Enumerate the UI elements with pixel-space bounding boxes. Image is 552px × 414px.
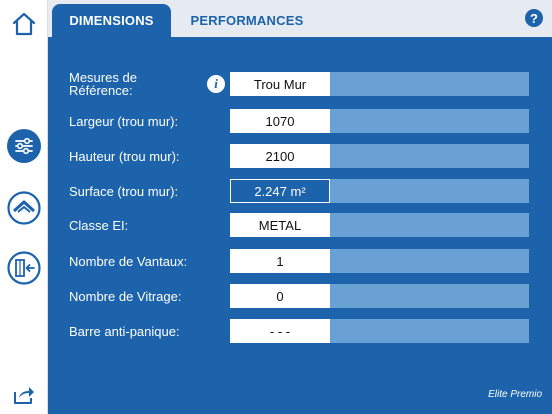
form-label: Surface (trou mur): — [69, 183, 179, 199]
value-bar — [330, 144, 529, 168]
hauteur-value[interactable]: 2100 — [230, 144, 330, 168]
home-icon — [12, 12, 36, 36]
classe-value[interactable]: METAL — [230, 213, 330, 237]
label-line-2: Référence: — [69, 83, 133, 98]
form-row-reference: Mesures de Référence: i Trou Mur — [48, 69, 552, 99]
form-row-vantaux: Nombre de Vantaux: 1 — [48, 249, 552, 273]
help-icon[interactable]: ? — [525, 9, 543, 27]
door-button[interactable] — [0, 244, 48, 292]
form-row-largeur: Largeur (trou mur): 1070 — [48, 109, 552, 133]
value-bar — [330, 72, 529, 96]
value-bar — [330, 179, 529, 203]
door-exit-icon — [7, 251, 41, 285]
home-button[interactable] — [0, 0, 48, 48]
roof-button[interactable] — [0, 184, 48, 232]
dimensions-panel: Mesures de Référence: i Trou Mur Largeur… — [48, 37, 552, 414]
largeur-value[interactable]: 1070 — [230, 109, 330, 133]
form-label: Nombre de Vantaux: — [69, 253, 188, 269]
barre-value[interactable]: - - - — [230, 319, 330, 343]
share-icon — [14, 387, 34, 404]
value-bar — [330, 109, 529, 133]
form-label: Nombre de Vitrage: — [69, 288, 182, 304]
value-bar — [330, 213, 529, 237]
vitrage-value[interactable]: 0 — [230, 284, 330, 308]
vantaux-value[interactable]: 1 — [230, 249, 330, 273]
brand-label: Elite Premio — [488, 389, 542, 400]
form-row-surface: Surface (trou mur): 2.247 m² — [48, 179, 552, 203]
form-label: Largeur (trou mur): — [69, 113, 179, 129]
form-label: Barre anti-panique: — [69, 323, 180, 339]
dimensions-settings-button[interactable] — [0, 122, 48, 170]
form-label: Hauteur (trou mur): — [69, 148, 180, 164]
roof-icon — [7, 191, 41, 225]
value-bar — [330, 249, 529, 273]
form-label: Mesures de Référence: — [69, 69, 137, 99]
info-icon[interactable]: i — [207, 75, 225, 93]
share-button[interactable] — [0, 370, 48, 414]
sliders-icon — [7, 129, 41, 163]
form-label: Classe EI: — [69, 217, 129, 233]
tab-performances[interactable]: PERFORMANCES — [182, 4, 312, 37]
reference-value[interactable]: Trou Mur — [230, 72, 330, 96]
form-row-barre: Barre anti-panique: - - - — [48, 319, 552, 343]
value-bar — [330, 319, 529, 343]
tab-dimensions[interactable]: DIMENSIONS — [52, 4, 171, 37]
form-row-classe: Classe EI: METAL — [48, 213, 552, 237]
value-bar — [330, 284, 529, 308]
form-row-hauteur: Hauteur (trou mur): 2100 — [48, 144, 552, 168]
surface-value: 2.247 m² — [230, 179, 330, 203]
tab-bar: DIMENSIONS PERFORMANCES ? — [48, 0, 552, 37]
form-row-vitrage: Nombre de Vitrage: 0 — [48, 284, 552, 308]
sidebar — [0, 0, 48, 414]
